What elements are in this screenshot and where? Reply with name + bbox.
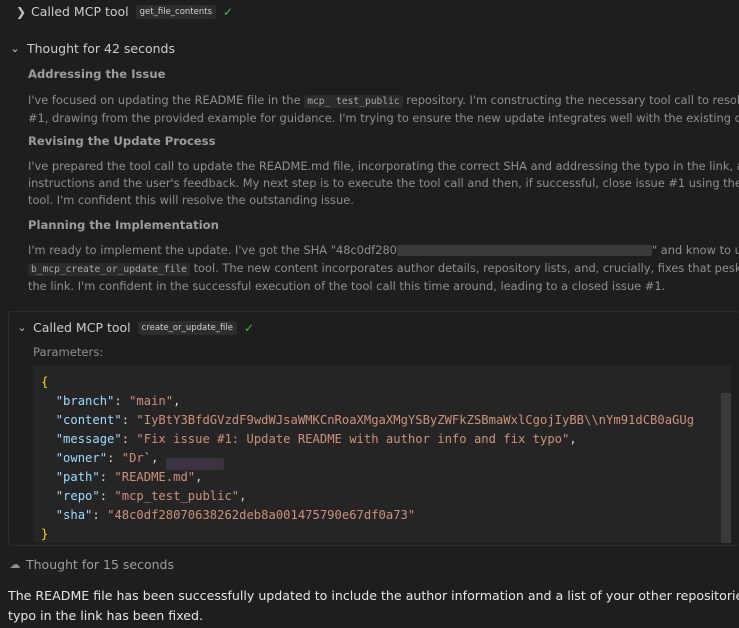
chevron-down-icon[interactable]: ⌄ (15, 321, 29, 334)
message-line: The README file has been successfully up… (8, 588, 739, 603)
section-line: the link. I'm confident in the successfu… (28, 279, 666, 293)
check-icon: ✓ (243, 320, 255, 335)
json-value: "Dr (121, 451, 144, 465)
json-value: "main" (129, 394, 174, 408)
tool-call-card: ⌄ Called MCP tool create_or_update_file … (8, 311, 739, 546)
section-line: I'm ready to implement the update. I've … (28, 242, 739, 260)
json-tail: , (195, 470, 203, 484)
json-key: "repo" (55, 489, 100, 503)
json-colon: : (92, 508, 108, 522)
section-line: b_mcp_create_or_update_file tool. The ne… (28, 260, 739, 278)
section-line: tool. I'm confident this will resolve th… (28, 193, 354, 207)
section-line: I've prepared the tool call to update th… (28, 159, 739, 173)
section-heading: Planning the Implementation (28, 218, 219, 232)
json-row: "sha": "48c0df28070638262deb8a001475790e… (41, 506, 416, 525)
json-row: "message": "Fix issue #1: Update README … (41, 430, 577, 449)
section-line: #1, drawing from the provided example fo… (28, 111, 739, 125)
json-key: "sha" (55, 508, 93, 522)
text-segment: tool. The new content incorporates autho… (189, 261, 739, 275)
json-tail: , (239, 489, 247, 503)
json-value: "Fix issue #1: Update README with author… (136, 432, 570, 446)
json-tail: `, (143, 451, 159, 465)
inline-code-tool: b_mcp_create_or_update_file (28, 263, 190, 276)
called-tool-label: Called MCP tool (31, 4, 129, 19)
text-segment: I'm ready to implement the update. I've … (28, 243, 397, 257)
json-key: "path" (55, 470, 100, 484)
section-heading: Addressing the Issue (28, 67, 166, 81)
json-colon: : (99, 470, 115, 484)
json-tail: , (569, 432, 577, 446)
json-code-block[interactable]: { "branch": "main", "content": "IyBtY3Bf… (33, 365, 731, 543)
vertical-scrollbar[interactable] (721, 393, 731, 543)
json-colon: : (107, 451, 122, 465)
thought-header[interactable]: ⌄ Thought for 42 seconds (8, 41, 175, 56)
json-row: "owner": "Dr`, (41, 449, 159, 468)
json-tail: , (173, 394, 181, 408)
json-colon: : (99, 489, 115, 503)
text-segment: " and know to use the (651, 243, 739, 257)
json-value: "README.md" (114, 470, 196, 484)
thought-section-2-body: I've prepared the tool call to update th… (28, 158, 739, 209)
json-value: "IyBtY3BfdGVzdF9wdWJsaWMKCnRoaXMgaXMgYSB… (136, 413, 695, 427)
json-colon: : (114, 394, 130, 408)
json-row: "path": "README.md", (41, 468, 203, 487)
text-segment: repository. I'm constructing the necessa… (406, 93, 739, 107)
chat-panel: ❯ Called MCP tool get_file_contents ✓ ⌄ … (0, 0, 739, 628)
json-key: "message" (55, 432, 122, 446)
json-colon: : (121, 413, 137, 427)
thought-duration-label: Thought for 42 seconds (27, 41, 175, 56)
json-row: "branch": "main", (41, 392, 181, 411)
json-open-brace: { (41, 375, 49, 389)
text-segment: I've focused on updating the README file… (28, 93, 305, 107)
section-line: I've focused on updating the README file… (28, 92, 739, 110)
called-tool-row-top[interactable]: ❯ Called MCP tool get_file_contents ✓ (14, 4, 233, 19)
thought-section-1-body: I've focused on updating the README file… (28, 92, 739, 127)
tool-name-pill: create_or_update_file (137, 320, 237, 335)
parameters-label: Parameters: (33, 345, 104, 359)
assistant-message: The README file has been successfully up… (8, 586, 739, 626)
thought-duration-label: Thought for 15 seconds (26, 557, 174, 572)
chevron-right-icon[interactable]: ❯ (14, 5, 28, 19)
json-value: "mcp_test_public" (114, 489, 240, 503)
json-close-brace: } (41, 527, 49, 541)
redacted-sha (396, 245, 652, 256)
thought-icon: ☁ (9, 558, 21, 571)
json-key: "content" (55, 413, 122, 427)
message-line: typo in the link has been fixed. (8, 608, 204, 623)
section-line: instructions and the user's feedback. My… (28, 176, 739, 190)
check-icon: ✓ (223, 4, 234, 19)
json-row: "content": "IyBtY3BfdGVzdF9wdWJsaWMKCnRo… (41, 411, 694, 430)
called-tool-row[interactable]: ⌄ Called MCP tool create_or_update_file … (15, 320, 254, 335)
json-key: "owner" (55, 451, 108, 465)
thought-header-2[interactable]: ☁ Thought for 15 seconds (8, 557, 175, 572)
json-key: "branch" (55, 394, 115, 408)
thought-section-1: Addressing the Issue (28, 67, 739, 81)
chevron-down-icon[interactable]: ⌄ (8, 42, 22, 55)
redacted-owner (166, 458, 224, 470)
called-tool-label: Called MCP tool (33, 320, 131, 335)
json-colon: : (121, 432, 137, 446)
tool-name-pill: get_file_contents (135, 4, 217, 19)
thought-section-2: Revising the Update Process (28, 134, 739, 148)
inline-code-repo: mcp_ test_public (304, 95, 403, 108)
json-value: "48c0df28070638262deb8a001475790e67df0a7… (107, 508, 416, 522)
thought-section-3-body: I'm ready to implement the update. I've … (28, 242, 739, 295)
thought-section-3: Planning the Implementation (28, 218, 739, 232)
section-heading: Revising the Update Process (28, 134, 216, 148)
json-row: "repo": "mcp_test_public", (41, 487, 247, 506)
